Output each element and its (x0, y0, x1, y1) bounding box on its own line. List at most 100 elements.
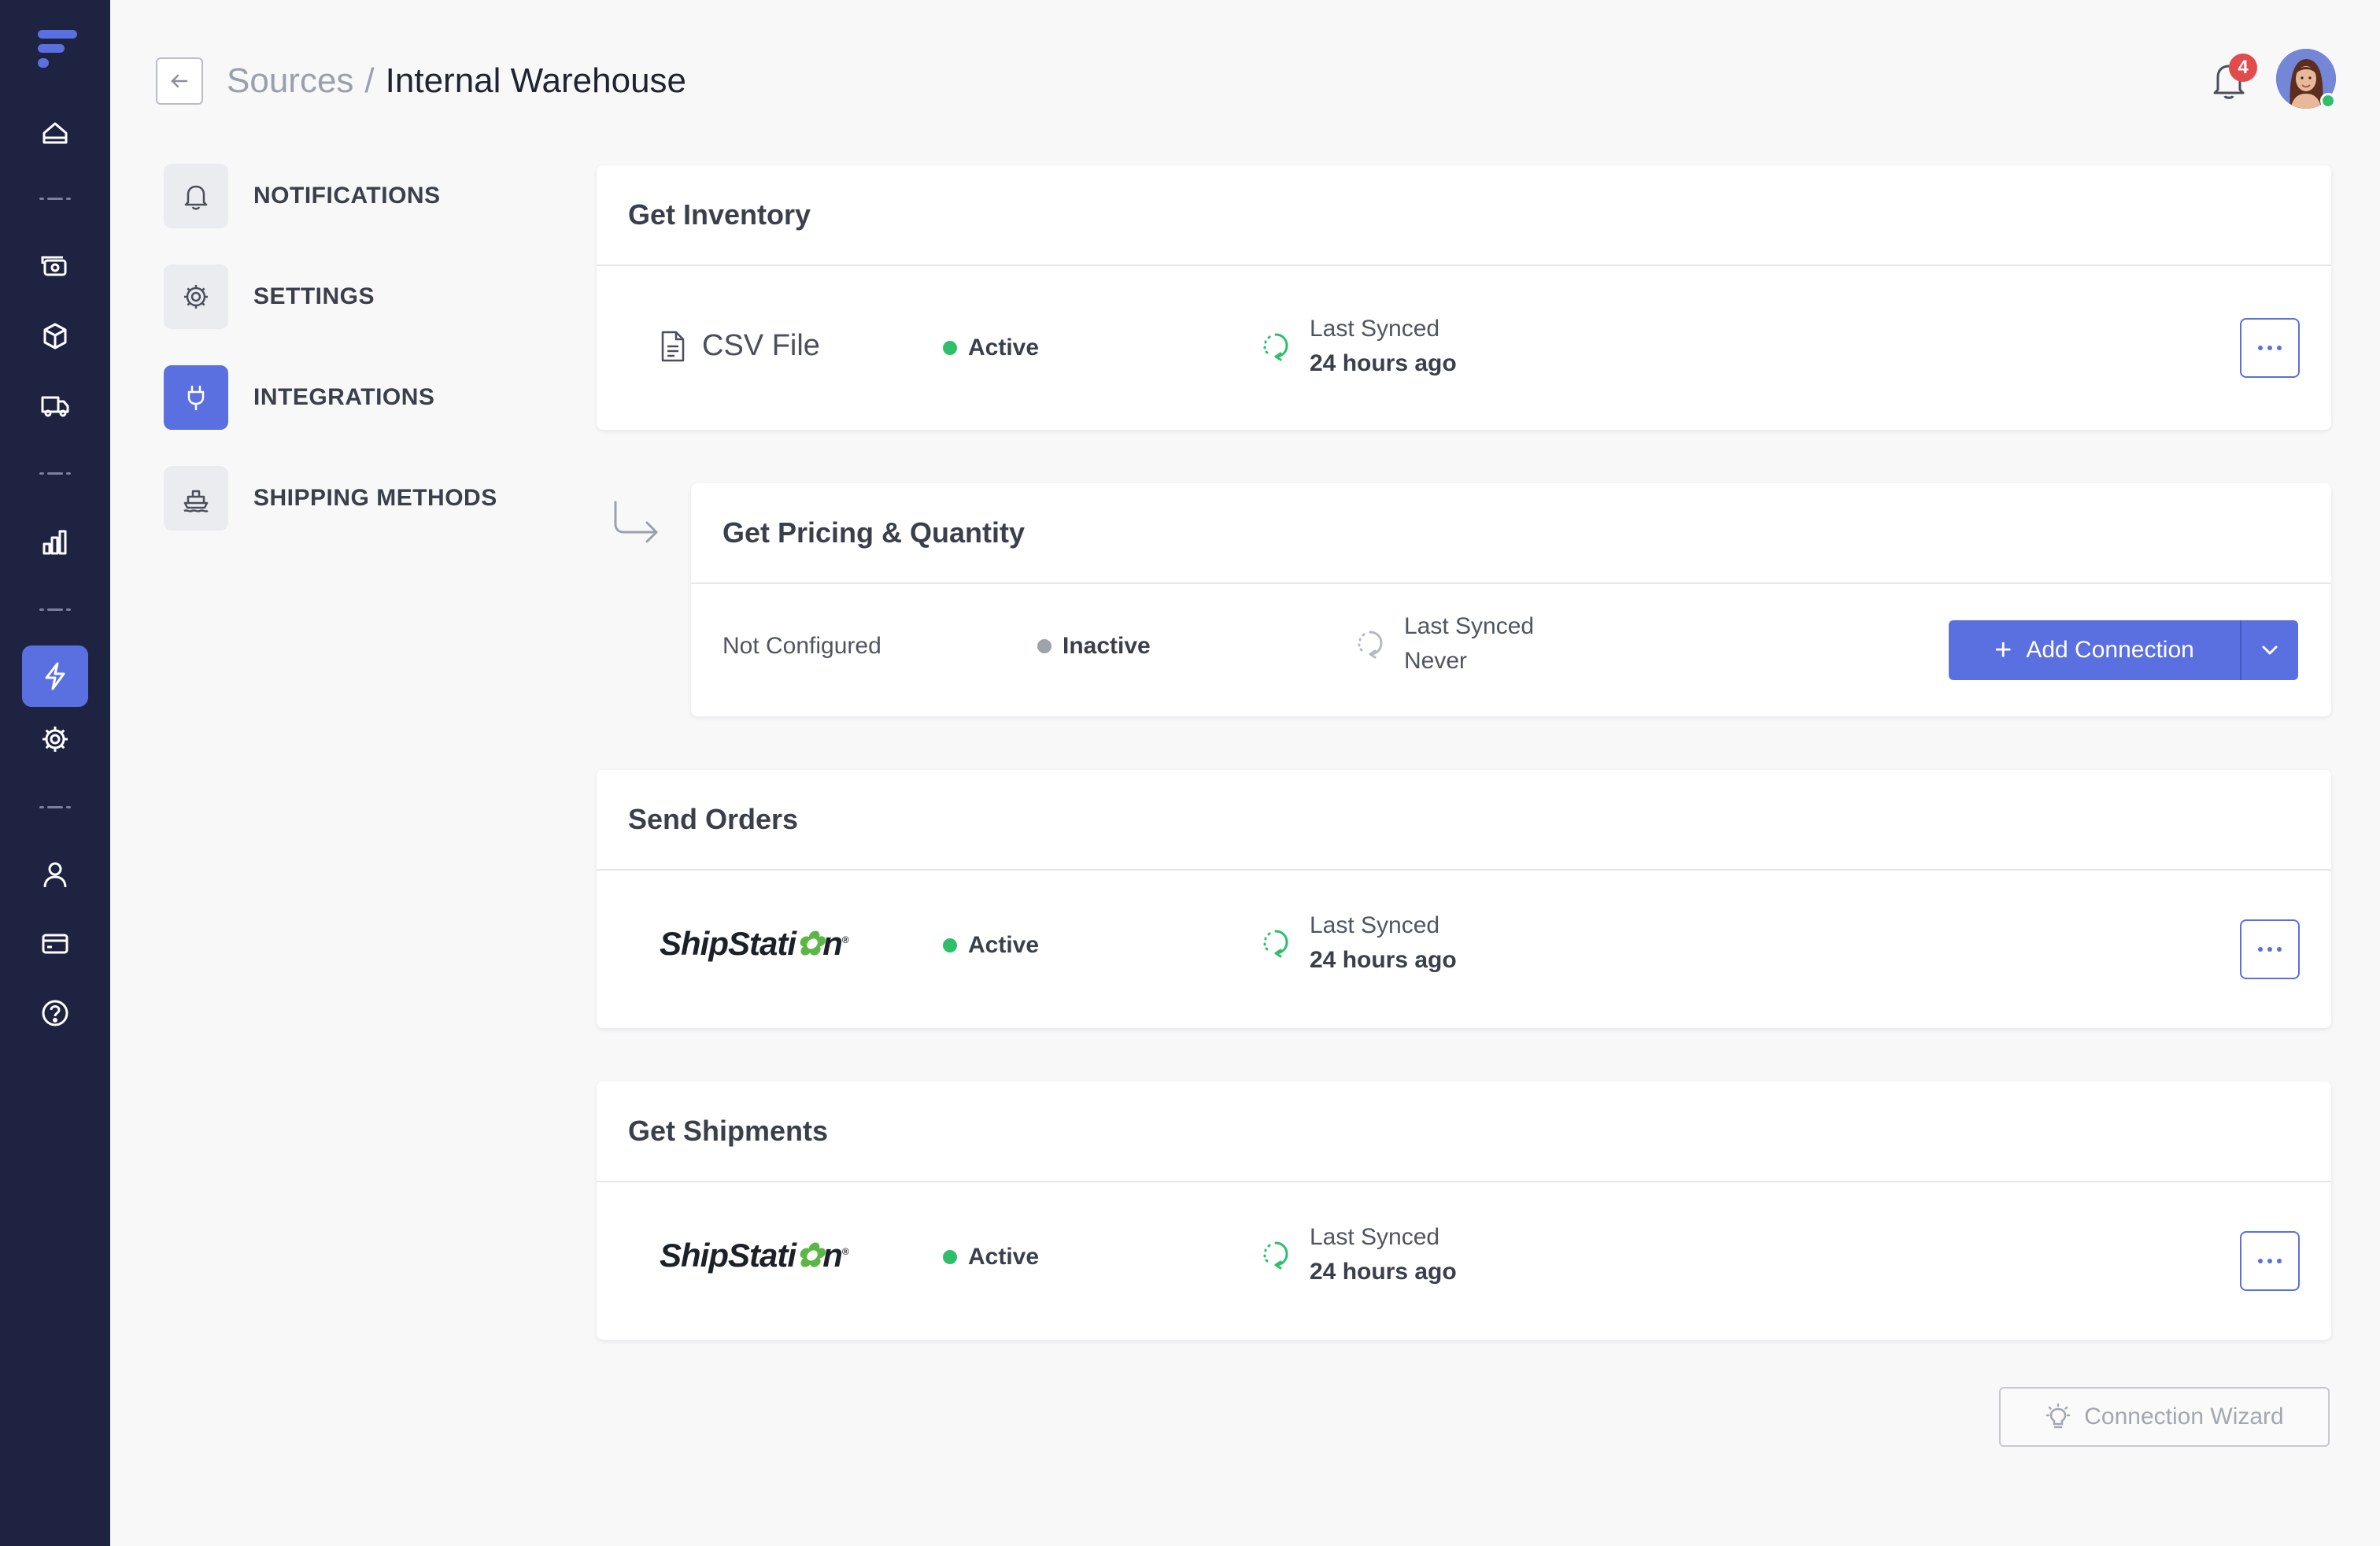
sync-value: 24 hours ago (1310, 947, 1457, 973)
status-dot (1037, 639, 1051, 653)
last-synced-info: Last Synced 24 hours ago (1259, 908, 1457, 978)
menu-item-label: SHIPPING METHODS (253, 485, 497, 511)
shipstation-logo: ShipStati✿n® (660, 1237, 849, 1274)
add-connection-split-button: + Add Connection (1949, 620, 2298, 680)
nav-divider (39, 198, 71, 201)
ellipsis-icon (2277, 947, 2282, 952)
shipstation-logo: ShipStati✿n® (660, 925, 849, 962)
ellipsis-icon (2277, 1259, 2282, 1263)
card-title: Get Shipments (597, 1082, 2331, 1182)
sync-label: Last Synced (1404, 613, 1535, 639)
ellipsis-icon (2267, 947, 2272, 952)
nav-divider (39, 472, 71, 475)
nav-orders-icon[interactable] (22, 236, 88, 298)
sync-value: 24 hours ago (1310, 1259, 1457, 1285)
nav-divider (39, 806, 71, 809)
last-synced-info: Last Synced Never (1354, 609, 1534, 679)
nav-billing-icon[interactable] (22, 913, 88, 975)
status-badge: Inactive (1037, 633, 1151, 660)
status-text: Active (968, 1244, 1040, 1270)
settings-menu-settings[interactable]: SETTINGS (164, 264, 375, 329)
menu-item-label: SETTINGS (253, 283, 375, 309)
online-status-indicator (2320, 93, 2336, 109)
ship-icon (164, 466, 228, 531)
source-csv-file: CSV File (660, 329, 820, 363)
sync-icon (1358, 631, 1383, 659)
status-text: Active (968, 932, 1040, 958)
settings-menu-shipping-methods[interactable]: SHIPPING METHODS (164, 466, 497, 531)
add-connection-dropdown-toggle[interactable] (2240, 620, 2298, 680)
bell-icon (164, 164, 228, 228)
status-dot (943, 1250, 957, 1264)
connection-wizard-label: Connection Wizard (2084, 1404, 2284, 1429)
ellipsis-icon (2258, 947, 2263, 952)
app-logo-icon[interactable] (36, 28, 79, 69)
ellipsis-icon (2267, 346, 2272, 350)
more-options-button[interactable] (2240, 1231, 2300, 1291)
sync-value: Never (1404, 648, 1468, 674)
card-title: Get Inventory (597, 165, 2331, 266)
plus-icon: + (1994, 634, 2012, 667)
last-synced-info: Last Synced 24 hours ago (1259, 312, 1457, 381)
ellipsis-icon (2277, 346, 2282, 350)
sync-icon (1263, 1241, 1288, 1270)
gear-icon (164, 264, 228, 329)
status-text: Inactive (1062, 633, 1151, 659)
breadcrumb-parent-link[interactable]: Sources (227, 61, 353, 101)
more-options-button[interactable] (2240, 919, 2300, 979)
card-title: Send Orders (597, 770, 2331, 871)
ellipsis-icon (2258, 1259, 2263, 1263)
plug-icon (164, 365, 228, 430)
last-synced-info: Last Synced 24 hours ago (1259, 1220, 1457, 1289)
ellipsis-icon (2258, 346, 2263, 350)
breadcrumb: Sources / Internal Warehouse (227, 57, 686, 105)
sync-icon (1263, 930, 1288, 958)
nav-settings-icon[interactable] (22, 708, 88, 770)
nav-integrations-icon[interactable] (22, 645, 88, 707)
nav-reports-icon[interactable] (22, 512, 88, 573)
chevron-down-icon (2262, 645, 2278, 655)
menu-item-label: NOTIFICATIONS (253, 183, 441, 209)
breadcrumb-separator: / (364, 61, 375, 100)
pricing-card: Get Pricing & Quantity Not Configured In… (691, 483, 2331, 716)
add-connection-label: Add Connection (2026, 637, 2194, 663)
status-badge: Active (943, 1244, 1039, 1270)
status-dot (943, 938, 957, 952)
arrow-left-icon (171, 74, 188, 88)
more-options-button[interactable] (2240, 318, 2300, 378)
source-name: CSV File (702, 329, 820, 362)
nav-account-icon[interactable] (22, 844, 88, 905)
nav-home-icon[interactable] (22, 102, 88, 164)
app-nav-rail (0, 0, 110, 1546)
status-text: Active (968, 335, 1040, 361)
send-orders-card: Send Orders ShipStati✿n® Active Last Syn… (597, 770, 2331, 1028)
nav-products-icon[interactable] (22, 305, 88, 367)
status-badge: Active (943, 932, 1039, 959)
nav-help-icon[interactable] (22, 982, 88, 1044)
get-shipments-card: Get Shipments ShipStati✿n® Active Last S… (597, 1082, 2331, 1340)
sync-label: Last Synced (1310, 1224, 1440, 1250)
sync-value: 24 hours ago (1310, 350, 1457, 376)
source-not-configured: Not Configured (722, 633, 881, 659)
sync-label: Last Synced (1310, 912, 1440, 938)
notification-count-badge: 4 (2229, 54, 2257, 82)
document-icon (661, 331, 685, 361)
add-connection-button[interactable]: + Add Connection (1949, 620, 2240, 680)
sync-icon (1263, 333, 1288, 361)
status-badge: Active (943, 335, 1039, 361)
card-title: Get Pricing & Quantity (691, 483, 2331, 584)
settings-menu-notifications[interactable]: NOTIFICATIONS (164, 164, 441, 228)
status-dot (943, 341, 957, 355)
lightbulb-icon (2046, 1404, 2071, 1429)
page-title: Internal Warehouse (385, 61, 687, 100)
settings-menu-integrations[interactable]: INTEGRATIONS (164, 365, 434, 430)
nav-shipping-icon[interactable] (22, 375, 88, 436)
nav-divider (39, 608, 71, 612)
back-button[interactable] (156, 57, 203, 105)
sync-label: Last Synced (1310, 316, 1440, 342)
menu-item-label: INTEGRATIONS (253, 384, 435, 410)
sub-step-arrow-icon (614, 501, 658, 543)
inventory-card: Get Inventory CSV File Active Last Synce… (597, 165, 2331, 430)
ellipsis-icon (2267, 1259, 2272, 1263)
connection-wizard-button[interactable]: Connection Wizard (1999, 1387, 2330, 1447)
